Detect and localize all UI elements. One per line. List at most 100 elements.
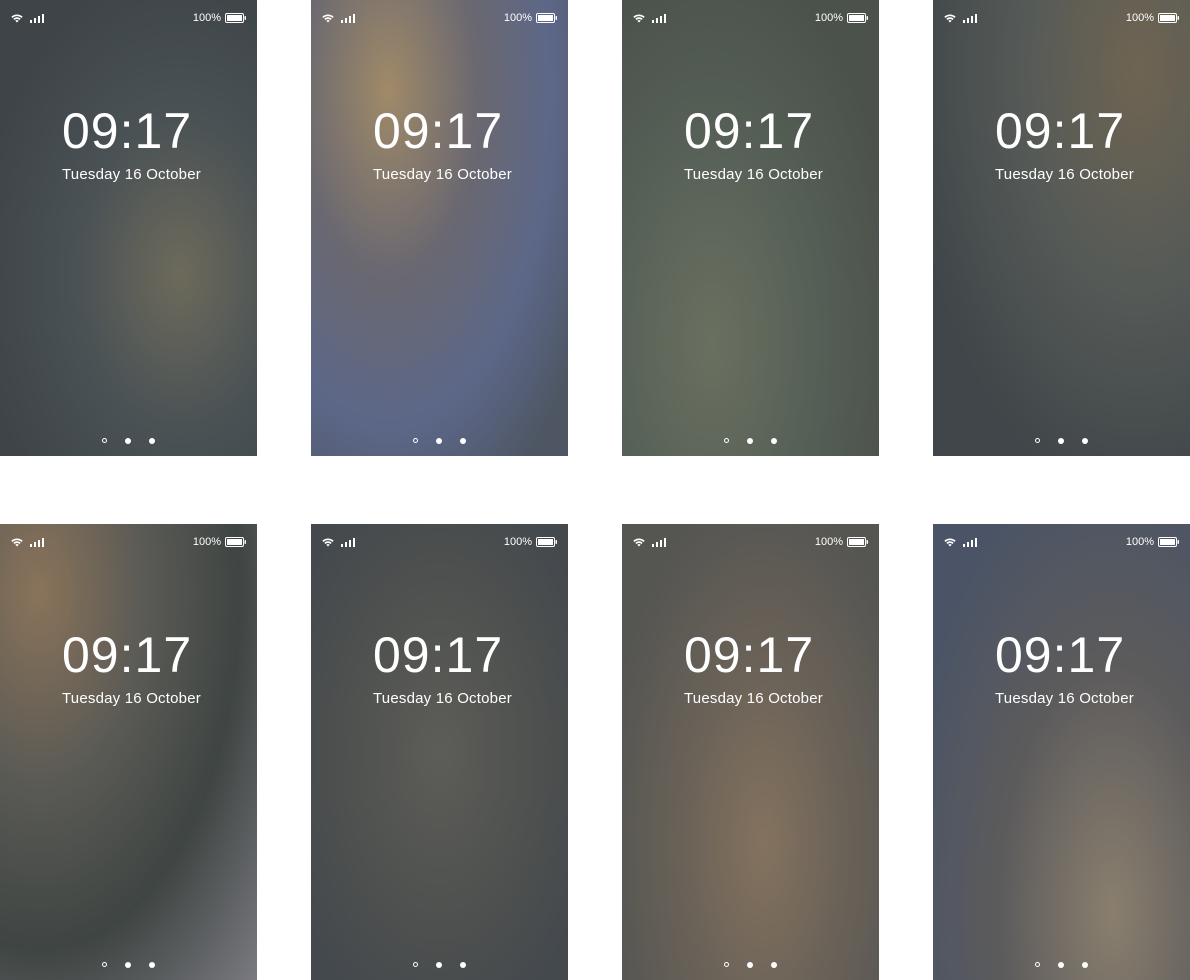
battery-percentage: 100% (504, 536, 532, 548)
battery-percentage: 100% (1126, 12, 1154, 24)
page-dot[interactable] (724, 438, 729, 443)
page-dot[interactable] (1035, 438, 1040, 443)
page-indicator[interactable] (0, 438, 257, 444)
page-dot[interactable] (1082, 962, 1088, 968)
signal-icon (963, 13, 977, 23)
status-bar: 100% (10, 534, 247, 550)
battery-icon (536, 13, 558, 23)
lockscreen-7[interactable]: 100% 09:17 Tuesday 16 October (622, 524, 879, 980)
page-dot[interactable] (102, 962, 107, 967)
clock-block: 09:17 Tuesday 16 October (995, 106, 1134, 183)
clock-block: 09:17 Tuesday 16 October (995, 630, 1134, 707)
page-dot[interactable] (771, 962, 777, 968)
lockscreen-1[interactable]: 100% 09:17 Tuesday 16 October (0, 0, 257, 456)
page-dot[interactable] (413, 962, 418, 967)
lockscreen-time: 09:17 (62, 630, 201, 680)
lockscreen-date: Tuesday 16 October (62, 690, 201, 707)
status-bar: 100% (10, 10, 247, 26)
page-indicator[interactable] (622, 438, 879, 444)
lockscreen-2[interactable]: 100% 09:17 Tuesday 16 October (311, 0, 568, 456)
battery-icon (225, 537, 247, 547)
page-dot[interactable] (771, 438, 777, 444)
signal-icon (30, 13, 44, 23)
page-dot[interactable] (1058, 438, 1064, 444)
clock-block: 09:17 Tuesday 16 October (373, 106, 512, 183)
battery-icon (847, 537, 869, 547)
signal-icon (652, 13, 666, 23)
page-dot[interactable] (436, 438, 442, 444)
lockscreen-4[interactable]: 100% 09:17 Tuesday 16 October (933, 0, 1190, 456)
page-dot[interactable] (1058, 962, 1064, 968)
page-dot[interactable] (125, 962, 131, 968)
status-bar: 100% (321, 534, 558, 550)
battery-icon (1158, 537, 1180, 547)
lockscreen-time: 09:17 (995, 630, 1134, 680)
page-indicator[interactable] (311, 962, 568, 968)
lockscreen-date: Tuesday 16 October (684, 166, 823, 183)
battery-icon (225, 13, 247, 23)
battery-icon (536, 537, 558, 547)
lockscreen-time: 09:17 (373, 106, 512, 156)
page-dot[interactable] (460, 438, 466, 444)
lockscreen-date: Tuesday 16 October (995, 690, 1134, 707)
clock-block: 09:17 Tuesday 16 October (62, 630, 201, 707)
lockscreen-time: 09:17 (684, 630, 823, 680)
page-indicator[interactable] (311, 438, 568, 444)
page-dot[interactable] (460, 962, 466, 968)
status-bar: 100% (632, 10, 869, 26)
status-bar: 100% (943, 534, 1180, 550)
wifi-icon (321, 13, 335, 23)
lockscreen-date: Tuesday 16 October (62, 166, 201, 183)
wifi-icon (10, 13, 24, 23)
wifi-icon (632, 13, 646, 23)
page-dot[interactable] (747, 962, 753, 968)
lockscreen-date: Tuesday 16 October (995, 166, 1134, 183)
page-dot[interactable] (747, 438, 753, 444)
signal-icon (963, 537, 977, 547)
lockscreen-date: Tuesday 16 October (684, 690, 823, 707)
page-dot[interactable] (724, 962, 729, 967)
wifi-icon (632, 537, 646, 547)
page-dot[interactable] (149, 962, 155, 968)
lockscreen-date: Tuesday 16 October (373, 166, 512, 183)
wifi-icon (321, 537, 335, 547)
battery-percentage: 100% (504, 12, 532, 24)
lockscreen-time: 09:17 (373, 630, 512, 680)
lockscreen-5[interactable]: 100% 09:17 Tuesday 16 October (0, 524, 257, 980)
lockscreen-6[interactable]: 100% 09:17 Tuesday 16 October (311, 524, 568, 980)
page-indicator[interactable] (0, 962, 257, 968)
page-indicator[interactable] (622, 962, 879, 968)
signal-icon (652, 537, 666, 547)
status-bar: 100% (943, 10, 1180, 26)
page-indicator[interactable] (933, 962, 1190, 968)
signal-icon (30, 537, 44, 547)
page-dot[interactable] (1082, 438, 1088, 444)
wifi-icon (943, 537, 957, 547)
status-bar: 100% (321, 10, 558, 26)
status-bar: 100% (632, 534, 869, 550)
lockscreen-time: 09:17 (684, 106, 823, 156)
clock-block: 09:17 Tuesday 16 October (373, 630, 512, 707)
page-dot[interactable] (149, 438, 155, 444)
wifi-icon (10, 537, 24, 547)
page-dot[interactable] (125, 438, 131, 444)
page-dot[interactable] (436, 962, 442, 968)
page-dot[interactable] (102, 438, 107, 443)
page-indicator[interactable] (933, 438, 1190, 444)
lockscreen-time: 09:17 (995, 106, 1134, 156)
lockscreen-date: Tuesday 16 October (373, 690, 512, 707)
page-dot[interactable] (413, 438, 418, 443)
clock-block: 09:17 Tuesday 16 October (684, 106, 823, 183)
wifi-icon (943, 13, 957, 23)
battery-percentage: 100% (815, 12, 843, 24)
signal-icon (341, 13, 355, 23)
battery-percentage: 100% (815, 536, 843, 548)
lockscreen-time: 09:17 (62, 106, 201, 156)
lockscreen-3[interactable]: 100% 09:17 Tuesday 16 October (622, 0, 879, 456)
lockscreen-8[interactable]: 100% 09:17 Tuesday 16 October (933, 524, 1190, 980)
page-dot[interactable] (1035, 962, 1040, 967)
battery-percentage: 100% (193, 536, 221, 548)
battery-percentage: 100% (1126, 536, 1154, 548)
clock-block: 09:17 Tuesday 16 October (62, 106, 201, 183)
signal-icon (341, 537, 355, 547)
